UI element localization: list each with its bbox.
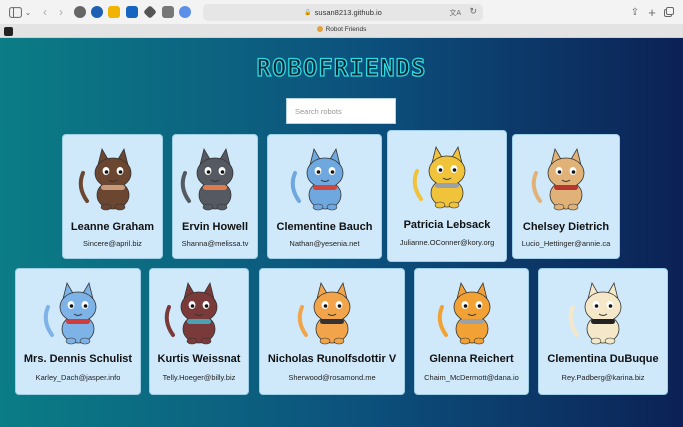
robot-email: Julianne.OConner@kory.org [399, 238, 495, 247]
robot-avatar [73, 143, 153, 213]
app-logo: ROBOFRIENDS [256, 53, 427, 82]
translate-icon[interactable]: 文A [449, 8, 461, 18]
robot-email: Karley_Dach@jasper.info [35, 373, 121, 382]
robot-name: Clementine Bauch [276, 221, 373, 233]
browser-toolbar: ⌄ ‹ › 🔒 susan8213.github.io 文A ↻ ⇪ + [0, 0, 683, 24]
address-bar[interactable]: 🔒 susan8213.github.io 文A ↻ [203, 4, 483, 21]
robot-name: Ervin Howell [181, 221, 249, 233]
robot-avatar [175, 143, 255, 213]
robot-email: Shanna@melissa.tv [181, 239, 249, 248]
tab-overview-icon[interactable] [664, 4, 674, 20]
robot-card[interactable]: Nicholas Runolfsdottir V Sherwood@rosamon… [259, 268, 405, 395]
robot-name: Chelsey Dietrich [522, 221, 610, 233]
robot-email: Rey.Padberg@karina.biz [561, 373, 645, 382]
robot-avatar [285, 143, 365, 213]
favicon-icon [316, 26, 323, 32]
robot-card[interactable]: Ervin Howell Shanna@melissa.tv [172, 134, 258, 259]
robot-avatar [159, 277, 239, 347]
robot-name: Nicholas Runolfsdottir V [267, 353, 397, 365]
tab-robot-friends[interactable]: Robot Friends [0, 26, 683, 33]
robot-email: Nathan@yesenia.net [289, 239, 360, 248]
robot-card[interactable]: Clementina DuBuque Rey.Padberg@karina.biz [538, 268, 668, 395]
robot-email: Sincere@april.biz [83, 239, 142, 248]
lock-icon: 🔒 [304, 10, 312, 16]
robot-card[interactable]: Clementine Bauch Nathan@yesenia.net [267, 134, 382, 259]
robot-card[interactable]: Chelsey Dietrich Lucio_Hettinger@annie.ca [512, 134, 620, 259]
search-input[interactable] [286, 98, 396, 124]
reload-icon[interactable]: ↻ [469, 6, 477, 17]
robot-email: Lucio_Hettinger@annie.ca [521, 239, 611, 248]
robot-avatar [563, 277, 643, 347]
tab-label: Robot Friends [325, 26, 367, 33]
forward-icon[interactable]: › [56, 4, 66, 20]
robot-name: Mrs. Dennis Schulist [23, 353, 133, 365]
robot-email: Telly.Hoeger@billy.biz [162, 373, 236, 382]
robot-name: Leanne Graham [70, 221, 155, 233]
bookmark-icon[interactable] [91, 6, 103, 18]
robot-avatar [38, 277, 118, 347]
chevron-down-icon[interactable]: ⌄ [24, 4, 32, 20]
robot-card[interactable]: Leanne Graham Sincere@april.biz [62, 134, 163, 259]
page-content: ROBOFRIENDS Leanne Graham Sincere@april.b… [0, 38, 683, 427]
robot-email: Chaim_McDermott@dana.io [424, 373, 519, 382]
robot-avatar [292, 277, 372, 347]
bookmark-icon[interactable] [126, 6, 138, 18]
tab-bar: Robot Friends [0, 24, 683, 38]
sidebar-toggle-icon[interactable] [8, 4, 22, 20]
robot-name: Glenna Reichert [429, 353, 514, 365]
robot-email: Sherwood@rosamond.me [288, 373, 376, 382]
extension-icon[interactable] [74, 6, 86, 18]
robot-avatar [526, 143, 606, 213]
robot-card[interactable]: Kurtis Weissnat Telly.Hoeger@billy.biz [149, 268, 249, 395]
robot-avatar [432, 277, 512, 347]
url-text: susan8213.github.io [314, 8, 382, 17]
robot-card[interactable]: Mrs. Dennis Schulist Karley_Dach@jasper.i… [15, 268, 141, 395]
robot-name: Patricia Lebsack [403, 219, 491, 231]
robot-name: Kurtis Weissnat [157, 353, 241, 365]
robot-name: Clementina DuBuque [547, 353, 659, 365]
bookmark-icon[interactable] [108, 6, 120, 18]
bookmark-icon[interactable] [162, 6, 174, 18]
share-icon[interactable]: ⇪ [630, 4, 640, 20]
back-icon[interactable]: ‹ [40, 4, 50, 20]
robot-avatar [407, 141, 487, 211]
bookmark-icon[interactable] [179, 6, 191, 18]
new-tab-icon[interactable]: + [647, 4, 657, 20]
bookmark-icon[interactable] [143, 5, 157, 19]
robot-card[interactable]: Patricia Lebsack Julianne.OConner@kory.or… [387, 130, 507, 262]
robot-card[interactable]: Glenna Reichert Chaim_McDermott@dana.io [414, 268, 529, 395]
